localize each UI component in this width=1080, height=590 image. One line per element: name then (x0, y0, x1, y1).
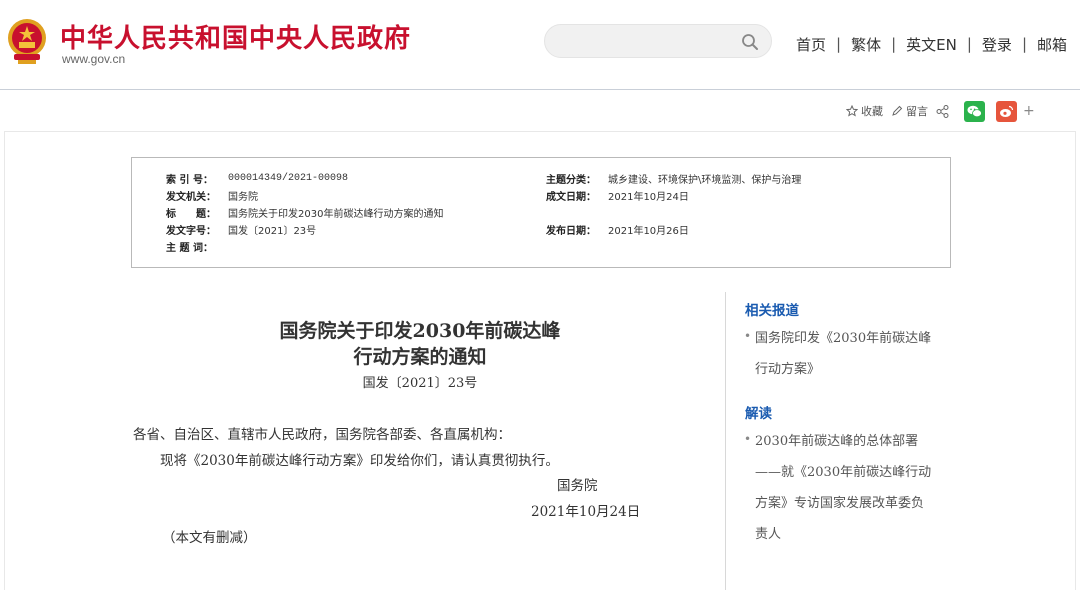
share-toolbar: 收藏 留言 + (846, 100, 1035, 122)
weibo-share-button[interactable] (996, 100, 1017, 122)
index-value: 000014349/2021-00098 (228, 172, 349, 184)
sidebar-divider (725, 292, 726, 590)
star-icon (846, 105, 858, 117)
article-doc-number: 国发〔2021〕23号 (362, 376, 478, 391)
wechat-icon (967, 105, 982, 117)
written-date-label: 成文日期： (546, 191, 596, 203)
title-value: 国务院关于印发2030年前碳达峰行动方案的通知 (228, 208, 444, 220)
article-title: 国务院关于印发2030年前碳达峰 行动方案的通知 (250, 318, 590, 370)
issuer-row: 发文机关： 国务院 (166, 187, 258, 203)
share-icon (936, 104, 949, 118)
index-row: 索 引 号： 000014349/2021-00098 (166, 170, 348, 186)
article-title-line2: 行动方案的通知 (353, 346, 487, 368)
top-nav: 首页 | 繁体 | 英文EN | 登录 | 邮箱 (796, 33, 1067, 55)
doc-no-row: 发文字号： 国发〔2021〕23号 (166, 221, 316, 237)
article-signer: 国务院 (557, 478, 598, 494)
interpret-link-line2: ——就《2030年前碳达峰行动 (755, 465, 932, 480)
article-note: （本文有删减） (162, 530, 257, 546)
bullet-icon: • (744, 329, 752, 343)
publish-date-label: 发布日期： (546, 225, 596, 237)
article-body-paragraph: 现将《2030年前碳达峰行动方案》印发给你们，请认真贯彻执行。 (160, 453, 559, 469)
issuer-value: 国务院 (228, 191, 258, 203)
title-label: 标 题： (166, 208, 216, 220)
interpret-link-line4: 责人 (755, 527, 782, 542)
search-box (544, 24, 772, 58)
favorite-button[interactable]: 收藏 (846, 103, 883, 119)
related-link[interactable]: • 国务院印发《2030年前碳达峰 行动方案》 (744, 323, 945, 385)
wechat-share-button[interactable] (964, 100, 985, 122)
nav-login-link[interactable]: 登录 (982, 34, 1012, 55)
comment-button[interactable]: 留言 (891, 103, 928, 119)
nav-mail-link[interactable]: 邮箱 (1037, 34, 1067, 55)
keywords-row: 主 题 词： (166, 238, 228, 254)
more-share-button[interactable]: + (1023, 103, 1035, 119)
article-date: 2021年10月24日 (531, 504, 641, 520)
related-link-line2: 行动方案》 (755, 362, 821, 377)
nav-separator: | (836, 35, 842, 53)
related-heading: 相关报道 (745, 303, 799, 319)
written-date-row: 成文日期： 2021年10月24日 (546, 187, 689, 203)
index-label: 索 引 号： (166, 174, 213, 186)
topic-label: 主题分类： (546, 174, 596, 186)
nav-traditional-link[interactable]: 繁体 (851, 34, 881, 55)
site-title[interactable]: 中华人民共和国中央人民政府 (60, 18, 411, 55)
publish-date-value: 2021年10月26日 (608, 225, 689, 237)
nav-home-link[interactable]: 首页 (796, 34, 826, 55)
issuer-label: 发文机关： (166, 191, 216, 203)
share-button[interactable] (936, 104, 952, 118)
search-icon[interactable] (741, 33, 759, 51)
article-addressee: 各省、自治区、直辖市人民政府，国务院各部委、各直属机构： (133, 427, 511, 443)
interpret-link-line1: 2030年前碳达峰的总体部署 (755, 434, 919, 449)
search-input[interactable] (559, 31, 739, 53)
interpret-heading: 解读 (745, 406, 772, 422)
interpret-link[interactable]: • 2030年前碳达峰的总体部署 ——就《2030年前碳达峰行动 方案》专访国家… (744, 426, 945, 550)
favorite-label: 收藏 (861, 105, 883, 118)
nav-separator: | (1021, 35, 1027, 53)
weibo-icon (1000, 105, 1014, 117)
bullet-icon: • (744, 432, 752, 446)
keywords-label: 主 题 词： (166, 242, 213, 254)
topic-value: 城乡建设、环境保护\环境监测、保护与治理 (608, 174, 802, 186)
comment-label: 留言 (906, 105, 928, 118)
doc-no-value: 国发〔2021〕23号 (228, 225, 317, 237)
document-info-table: 索 引 号： 000014349/2021-00098 主题分类： 城乡建设、环… (131, 157, 951, 268)
doc-no-label: 发文字号： (166, 225, 216, 237)
pencil-icon (892, 105, 903, 116)
related-link-line1: 国务院印发《2030年前碳达峰 (755, 331, 932, 346)
publish-date-row: 发布日期： 2021年10月26日 (546, 221, 689, 237)
topic-row: 主题分类： 城乡建设、环境保护\环境监测、保护与治理 (546, 170, 801, 186)
written-date-value: 2021年10月24日 (608, 191, 689, 203)
nav-separator: | (891, 35, 897, 53)
title-row: 标 题： 国务院关于印发2030年前碳达峰行动方案的通知 (166, 204, 443, 220)
site-header: 中华人民共和国中央人民政府 www.gov.cn 首页 | 繁体 | 英文EN … (0, 0, 1080, 90)
national-emblem-icon[interactable] (6, 18, 48, 66)
nav-separator: | (966, 35, 972, 53)
nav-english-link[interactable]: 英文EN (906, 34, 957, 55)
article-title-line1: 国务院关于印发2030年前碳达峰 (279, 320, 561, 342)
site-url[interactable]: www.gov.cn (62, 52, 125, 66)
interpret-link-line3: 方案》专访国家发展改革委负 (755, 496, 925, 511)
